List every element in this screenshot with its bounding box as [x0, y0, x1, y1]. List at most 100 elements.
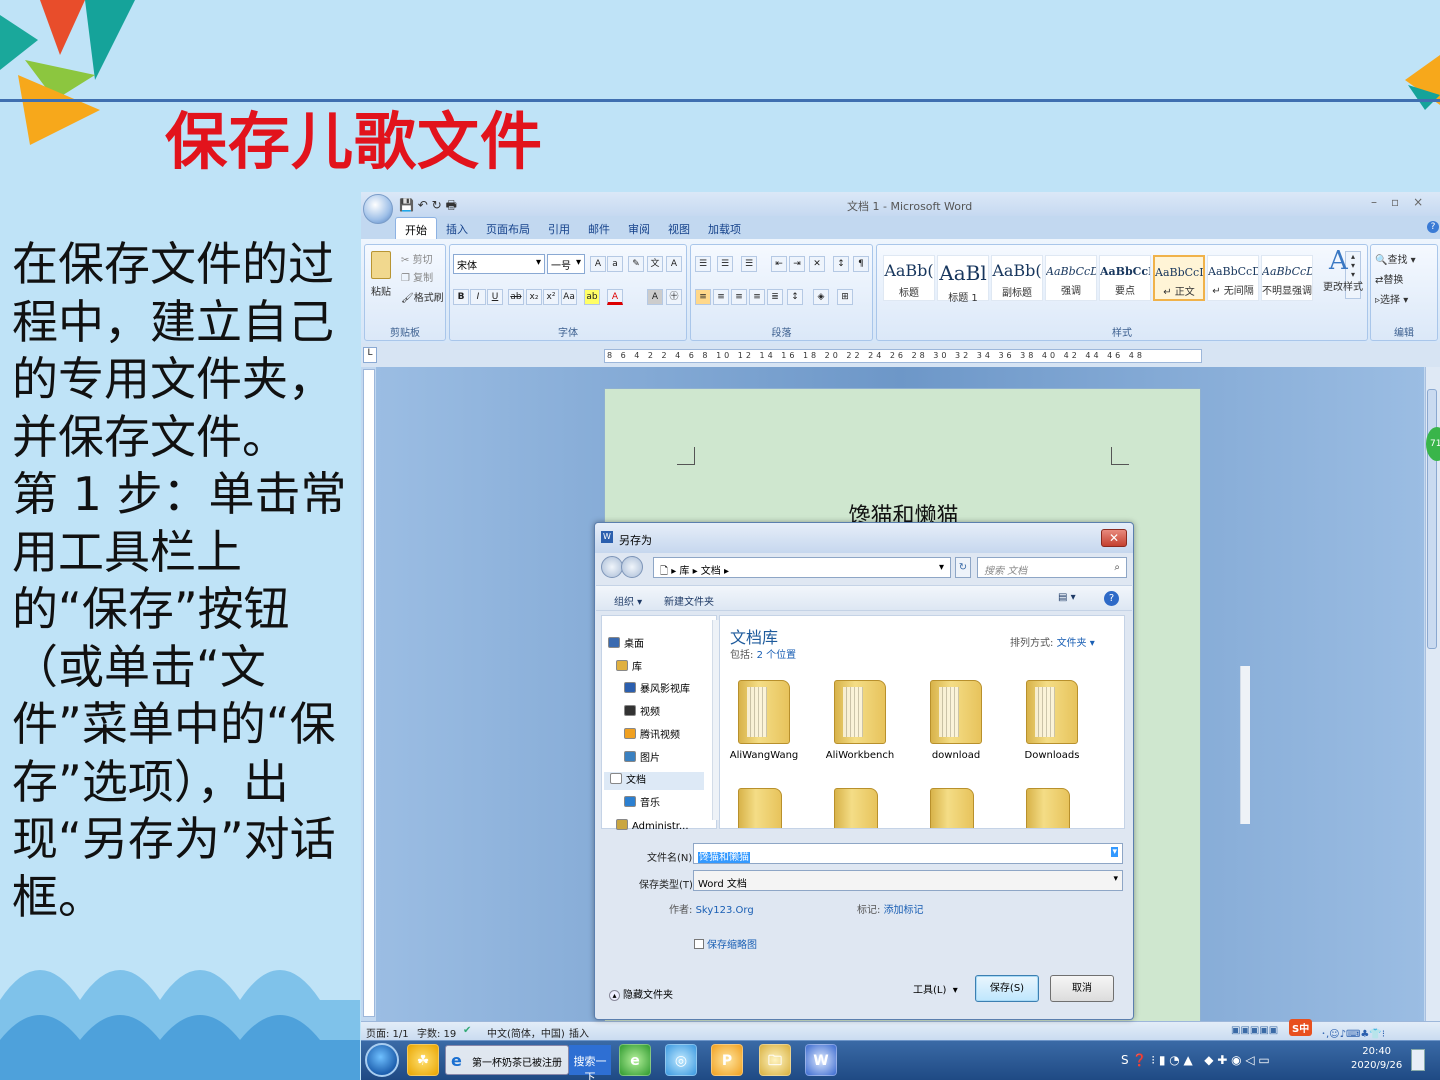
font-family-select[interactable]: 宋体 ▾ [453, 254, 545, 274]
nav-item[interactable]: Administr... [616, 818, 689, 836]
clock[interactable]: 20:40 2020/9/26 [1351, 1045, 1402, 1073]
status-page[interactable]: 页面: 1/1 [366, 1025, 409, 1040]
nav-item[interactable]: 视频 [624, 704, 660, 722]
filetype-select[interactable]: Word 文档 ▾ [693, 870, 1123, 891]
help-icon[interactable]: ? [1104, 591, 1119, 606]
ribbon-tab[interactable]: 视图 [659, 217, 699, 239]
copy-button[interactable]: ❐ 复制 [401, 269, 433, 284]
cut-button[interactable]: ✂ 剪切 [401, 251, 433, 266]
folder-icon[interactable] [930, 788, 974, 828]
change-styles-button[interactable]: 更改样式 [1323, 278, 1363, 293]
cancel-button[interactable]: 取消 [1050, 975, 1114, 1002]
start-button[interactable] [365, 1043, 399, 1077]
bullets-icon[interactable]: ☰ [695, 256, 711, 272]
italic-icon[interactable]: I [470, 289, 486, 305]
change-case-icon[interactable]: Aa [561, 289, 577, 305]
increase-indent-icon[interactable]: ⇥ [789, 256, 805, 272]
font-color-icon[interactable]: A [607, 289, 623, 305]
font-size-select[interactable]: 一号 ▾ [547, 254, 585, 274]
folder-item[interactable]: AliWorkbench [824, 680, 896, 772]
ruler-scale[interactable]: 8 6 4 2 2 4 6 8 10 12 14 16 18 20 22 24 … [604, 349, 1202, 363]
select-button[interactable]: ▹选择 ▾ [1375, 291, 1408, 306]
enclose-char-icon[interactable]: ㊉ [666, 289, 682, 305]
taskbar-search-button[interactable]: 搜索一下 [569, 1045, 611, 1080]
style-item[interactable]: AaBbCcD 要点 [1099, 255, 1151, 301]
explorer-icon[interactable]: 🗀 [759, 1044, 791, 1076]
clear-format-icon[interactable]: ✎ [628, 256, 644, 272]
multilevel-list-icon[interactable]: ☰ [741, 256, 757, 272]
show-desktop-button[interactable] [1411, 1049, 1425, 1071]
line-spacing-icon[interactable]: ↕ [787, 289, 803, 305]
strikethrough-icon[interactable]: ab [508, 289, 524, 305]
print-preview-icon[interactable]: 🖶 [446, 198, 457, 212]
folder-icon[interactable] [738, 788, 782, 828]
superscript-icon[interactable]: x² [543, 289, 559, 305]
quick-access-toolbar[interactable]: 💾 ↶ ↻ 🖶 [399, 196, 457, 217]
powerpoint-icon[interactable]: P [711, 1044, 743, 1076]
ribbon-tab[interactable]: 开始 [395, 217, 437, 239]
underline-icon[interactable]: U [487, 289, 503, 305]
organize-button[interactable]: 组织 ▾ [614, 593, 642, 608]
window-controls[interactable]: –▫× [1371, 195, 1437, 209]
status-mode[interactable]: 插入 [569, 1025, 589, 1040]
tab-selector[interactable]: L [363, 347, 377, 363]
tags-value[interactable]: 添加标记 [884, 905, 924, 916]
author-value[interactable]: Sky123.Org [696, 905, 754, 916]
change-styles-icon[interactable]: A [1329, 246, 1348, 276]
new-folder-button[interactable]: 新建文件夹 [664, 593, 714, 608]
app-icon[interactable]: ☘ [407, 1044, 439, 1076]
save-button[interactable]: 保存(S) [975, 975, 1039, 1002]
phonetic-guide-icon[interactable]: 文 [647, 256, 663, 272]
nav-item[interactable]: 腾讯视频 [624, 727, 680, 745]
numbering-icon[interactable]: ☰ [717, 256, 733, 272]
folder-item[interactable]: Downloads [1016, 680, 1088, 772]
help-icon[interactable]: ? [1427, 221, 1439, 233]
tools-dropdown[interactable]: 工具(L) ▾ [913, 981, 958, 996]
align-left-icon[interactable]: ≡ [695, 289, 711, 305]
align-center-icon[interactable]: ≡ [713, 289, 729, 305]
nav-item[interactable]: 文档 [604, 772, 704, 791]
nav-item[interactable]: 库 [616, 659, 642, 677]
ribbon-tab[interactable]: 页面布局 [477, 217, 539, 239]
tray-icons[interactable]: S ❓ ⁝ ▮ ◔ ▲ ◆ ✚ ◉ ◁ ▭ [1121, 1053, 1270, 1067]
status-language[interactable]: 中文(简体，中国) [487, 1025, 565, 1040]
ribbon-tab[interactable]: 引用 [539, 217, 579, 239]
library-locations-link[interactable]: 2 个位置 [757, 650, 797, 661]
style-item[interactable]: AaBb(副标题 [991, 255, 1043, 301]
decrease-indent-icon[interactable]: ⇤ [771, 256, 787, 272]
bold-icon[interactable]: B [453, 289, 469, 305]
nav-item[interactable]: 音乐 [624, 795, 660, 813]
chinese-layout-icon[interactable]: ✕ [809, 256, 825, 272]
highlight-icon[interactable]: ab [584, 289, 600, 305]
ime-toolbar[interactable]: ･,☺♪⌨♣👕⁝ [1321, 1025, 1385, 1040]
paste-icon[interactable] [371, 251, 391, 279]
proofing-icon[interactable]: ✔ [463, 1025, 471, 1036]
word-icon[interactable]: W [805, 1044, 837, 1076]
sort-icon[interactable]: ↕ [833, 256, 849, 272]
nav-item[interactable]: 桌面 [608, 636, 644, 654]
browser-icon[interactable]: ◎ [665, 1044, 697, 1076]
undo-icon[interactable]: ↶ [418, 198, 428, 212]
folder-icon[interactable] [1026, 788, 1070, 828]
ribbon-tab[interactable]: 加载项 [699, 217, 750, 239]
folder-item[interactable]: AliWangWang [728, 680, 800, 772]
address-bar[interactable]: 🗋 ▸ 库 ▸ 文档 ▸ ▾ [653, 557, 951, 578]
dialog-search-input[interactable]: 搜索 文档 ⌕ [977, 557, 1127, 578]
shading-icon[interactable]: ◈ [813, 289, 829, 305]
ime-logo[interactable]: S中 [1289, 1019, 1313, 1036]
distribute-icon[interactable]: ≣ [767, 289, 783, 305]
save-icon[interactable]: 💾 [399, 198, 414, 212]
char-border-icon[interactable]: A [666, 256, 682, 272]
back-icon[interactable] [601, 556, 623, 578]
replace-button[interactable]: ⇄替换 [1375, 271, 1403, 286]
shrink-font-icon[interactable]: a [607, 256, 623, 272]
save-thumbnail-checkbox[interactable]: 保存缩略图 [694, 936, 757, 951]
nav-item[interactable]: 暴风影视库 [624, 681, 690, 699]
forward-icon[interactable] [621, 556, 643, 578]
borders-icon[interactable]: ⊞ [837, 289, 853, 305]
style-item[interactable]: AaBb(标题 [883, 255, 935, 301]
hide-folders-toggle[interactable]: ▴ 隐藏文件夹 [609, 986, 673, 1001]
dialog-close-button[interactable]: ✕ [1101, 529, 1127, 547]
subscript-icon[interactable]: x₂ [526, 289, 542, 305]
paste-button[interactable]: 粘贴 [371, 283, 391, 298]
